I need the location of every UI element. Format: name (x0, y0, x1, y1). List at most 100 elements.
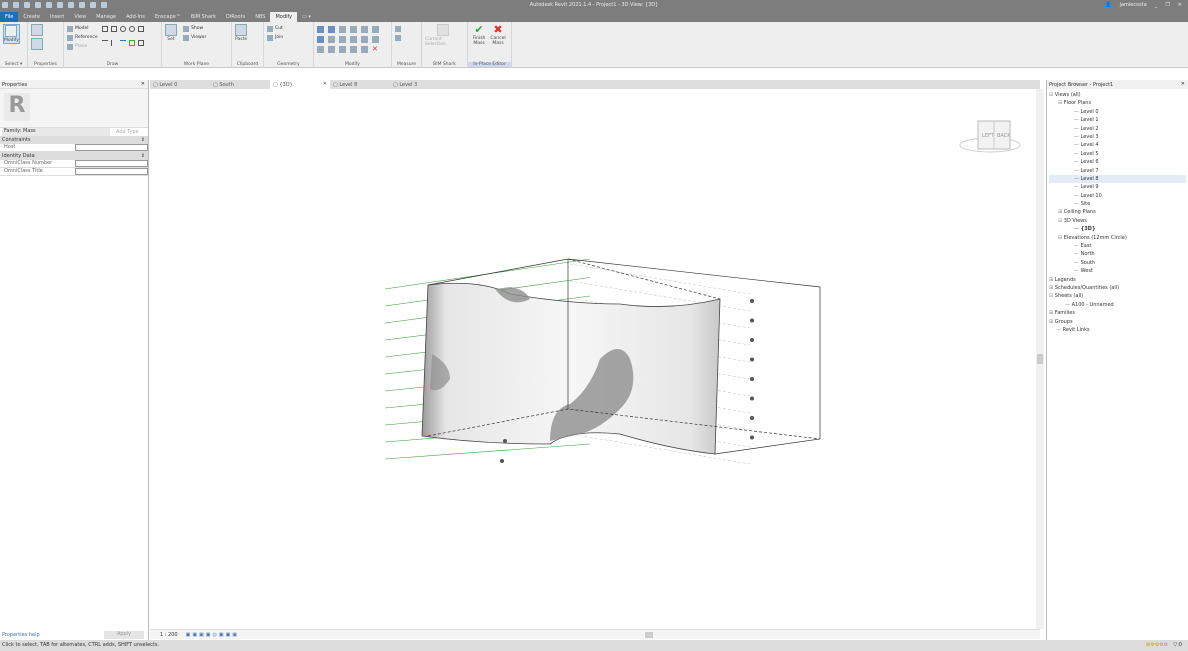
ribbon-tab[interactable]: NBS (250, 12, 270, 22)
ribbon-tab[interactable]: Create (18, 12, 45, 22)
browser-item[interactable]: ⊞ Legends (1049, 276, 1186, 284)
cancel-mass-button[interactable]: ✖ Cancel Mass (490, 24, 506, 47)
browser-item[interactable]: — East (1049, 242, 1186, 250)
model-line-button[interactable]: Model (67, 24, 98, 33)
measure-icon (395, 25, 401, 32)
property-section[interactable]: Identity Data ⇕ (0, 152, 148, 160)
status-bar: Click to select, TAB for alternates, CTR… (0, 640, 1188, 651)
browser-item[interactable]: — Level 2 (1049, 125, 1186, 133)
ribbon-tab[interactable]: DiRoots (221, 12, 250, 22)
close-tab-button[interactable]: ✕ (323, 81, 327, 87)
family-dropdown[interactable]: Family: Mass (2, 128, 110, 136)
plane-button[interactable]: Plane (67, 42, 98, 51)
type-selector[interactable]: R (0, 89, 148, 127)
add-type-button[interactable]: Add Type (116, 129, 139, 135)
ribbon-tab[interactable]: Modify (270, 12, 298, 22)
ribbon-tab[interactable]: Insert (45, 12, 69, 22)
browser-item[interactable]: — Level 8 (1049, 174, 1186, 184)
type-properties-button[interactable] (31, 38, 43, 51)
user-icon[interactable]: 👤 (1105, 2, 1111, 8)
close-properties-button[interactable]: ✕ (141, 81, 145, 87)
browser-item[interactable]: — {3D} (1049, 225, 1186, 233)
set-workplane-button[interactable]: Set (165, 24, 177, 42)
select-dropdown[interactable]: Select ▾ (0, 62, 27, 67)
browser-item[interactable]: ⊞ Ceiling Plans (1049, 208, 1186, 216)
view-control-icons[interactable]: ▣▣▣▣◎▣▣▣ (186, 632, 239, 638)
viewcube[interactable]: LEFT BACK (959, 120, 1021, 153)
property-section[interactable]: Constraints ⇕ (0, 136, 148, 144)
view-tab[interactable]: ▢ Level 3 (390, 80, 450, 89)
browser-item[interactable]: — Level 3 (1049, 133, 1186, 141)
dimension-button[interactable] (395, 33, 418, 42)
ribbon-tab[interactable]: BIM Shark (186, 12, 221, 22)
panel-label: Properties (34, 62, 57, 67)
properties-palette: Properties ✕ R Family: Mass Add Type Const… (0, 80, 149, 640)
join-button[interactable]: Join (267, 33, 310, 42)
ribbon-tab[interactable]: ▭ ▾ (297, 12, 316, 22)
measure-button[interactable] (395, 24, 418, 33)
browser-item[interactable]: ⊞ Groups (1049, 318, 1186, 326)
horizontal-scrollbar[interactable] (645, 632, 653, 638)
browser-item[interactable]: ⊞ Families (1049, 309, 1186, 317)
modify-tools[interactable]: ✕ (317, 26, 388, 53)
browser-item[interactable]: — Level 5 (1049, 150, 1186, 158)
minimize-button[interactable]: _ (1155, 2, 1158, 8)
finish-mass-button[interactable]: ✔ Finish Mass (471, 24, 487, 47)
3d-viewport[interactable]: LEFT BACK (150, 89, 1040, 629)
status-icons[interactable]: ⚙⚙⚙⚙⚙ (1146, 642, 1168, 648)
ribbon-tab[interactable]: Add-Ins (121, 12, 150, 22)
current-selection-button[interactable]: Current Selection (425, 24, 461, 47)
viewcube-left: LEFT (982, 133, 995, 139)
level-line (384, 443, 591, 460)
browser-item[interactable]: — North (1049, 250, 1186, 258)
reference-button[interactable]: Reference (67, 33, 98, 42)
close-browser-button[interactable]: ✕ (1181, 81, 1185, 87)
browser-item[interactable]: — Level 6 (1049, 158, 1186, 166)
browser-item[interactable]: — A100 - Unnamed (1049, 301, 1186, 309)
level-head (500, 459, 504, 463)
browser-item[interactable]: — Site (1049, 200, 1186, 208)
viewer-button[interactable]: Viewer (183, 33, 206, 42)
modify-button[interactable]: Modify (3, 24, 20, 44)
browser-item[interactable]: ⊟ Floor Plans (1049, 99, 1186, 107)
browser-item[interactable]: ⊟ Sheets (all) (1049, 292, 1186, 300)
ribbon-tab[interactable]: File (0, 12, 19, 22)
show-workplane-button[interactable]: Show (183, 24, 206, 33)
browser-item[interactable]: — Level 4 (1049, 141, 1186, 149)
view-tab[interactable]: ▢ {3D} ✕ (270, 80, 330, 89)
properties-help-link[interactable]: Properties help (2, 632, 40, 638)
view-scale[interactable]: 1 : 200 (160, 632, 178, 638)
cut-button[interactable]: Cut (267, 24, 310, 33)
browser-item[interactable]: ⊟ Elevations (12mm Circle) (1049, 234, 1186, 242)
apply-button[interactable]: Apply (104, 631, 144, 639)
browser-item[interactable]: — Revit Links (1049, 326, 1186, 334)
properties-button[interactable] (31, 24, 43, 37)
property-value[interactable] (75, 144, 148, 151)
browser-item[interactable]: ⊞ Schedules/Quantities (all) (1049, 284, 1186, 292)
ribbon-tab[interactable]: View (69, 12, 91, 22)
browser-item[interactable]: — West (1049, 267, 1186, 275)
browser-item[interactable]: — Level 9 (1049, 183, 1186, 191)
browser-item[interactable]: — Level 10 (1049, 192, 1186, 200)
view-tab[interactable]: ▢ Level 8 (330, 80, 390, 89)
browser-item[interactable]: — Level 7 (1049, 167, 1186, 175)
show-icon (183, 25, 189, 32)
close-button[interactable]: ✕ (1178, 2, 1182, 8)
browser-item[interactable]: ⊟ Views (all) (1049, 91, 1186, 99)
user-name[interactable]: jamiecosta (1120, 2, 1147, 8)
restore-button[interactable]: ❐ (1165, 2, 1169, 8)
paste-button[interactable]: Paste (235, 24, 247, 42)
ribbon-tab[interactable]: Enscape™ (150, 12, 186, 22)
browser-item[interactable]: — Level 0 (1049, 108, 1186, 116)
browser-item[interactable]: ⊟ 3D Views (1049, 217, 1186, 225)
filter-count[interactable]: ▽:0 (1173, 642, 1182, 648)
draw-shapes-gallery[interactable] (101, 26, 145, 51)
view-tab[interactable]: ▢ South (210, 80, 270, 89)
vertical-scrollbar[interactable] (1036, 89, 1044, 629)
browser-item[interactable]: — Level 1 (1049, 116, 1186, 124)
property-value[interactable] (75, 168, 148, 175)
view-tab[interactable]: ▢ Level 0 (150, 80, 210, 89)
property-value[interactable] (75, 160, 148, 167)
browser-item[interactable]: — South (1049, 259, 1186, 267)
ribbon-tab[interactable]: Manage (91, 12, 121, 22)
